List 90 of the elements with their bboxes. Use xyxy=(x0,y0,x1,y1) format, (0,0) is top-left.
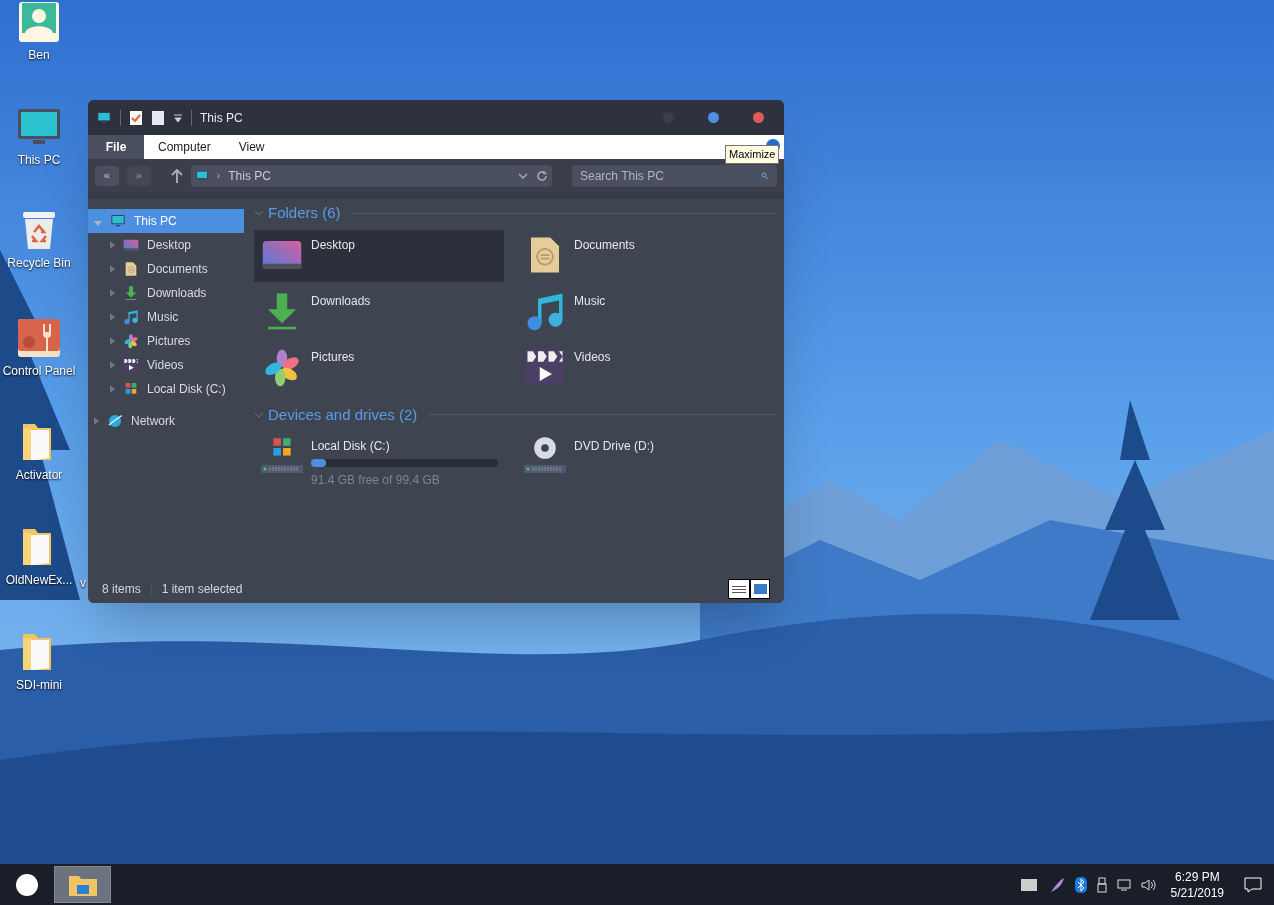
flower-icon xyxy=(123,333,139,349)
document-icon xyxy=(123,261,139,277)
desktop-icon-label[interactable]: SDI-mini xyxy=(0,678,78,693)
file-explorer-taskbar-button[interactable] xyxy=(54,866,111,903)
selection-count: 1 item selected xyxy=(161,581,243,598)
expand-arrow-icon[interactable] xyxy=(94,417,99,425)
expand-arrow-icon[interactable] xyxy=(110,337,115,345)
desktop-icon-label[interactable]: Activator xyxy=(0,468,78,483)
tree-label: Pictures xyxy=(147,333,191,350)
clapperboard-icon xyxy=(123,357,139,373)
tile-label: Pictures xyxy=(311,348,356,366)
desktop-icon xyxy=(123,237,139,253)
close-button[interactable] xyxy=(753,112,764,123)
tile-label: Documents xyxy=(574,236,636,254)
expand-arrow-icon[interactable] xyxy=(110,241,115,249)
drive-indicator-icon xyxy=(524,465,566,473)
tree-label: Videos xyxy=(147,357,184,374)
feather-tray-icon[interactable] xyxy=(1048,876,1065,893)
clock[interactable]: 6:29 PM 5/21/2019 xyxy=(1170,868,1224,901)
volume-tray-icon[interactable] xyxy=(1140,877,1157,892)
tree-item[interactable]: Documents xyxy=(88,257,244,281)
music-note-icon xyxy=(123,309,139,325)
dropdown-icon[interactable] xyxy=(173,112,183,123)
vm-tray-icon[interactable] xyxy=(1020,878,1037,891)
refresh-icon[interactable] xyxy=(536,169,548,182)
tile-label: Videos xyxy=(574,348,612,366)
tree-item[interactable]: Pictures xyxy=(88,329,244,353)
collapse-chevron-icon[interactable] xyxy=(254,410,264,419)
collapse-chevron-icon[interactable] xyxy=(254,209,264,218)
tree-label: Documents xyxy=(147,261,208,278)
tree-label: Network xyxy=(131,413,175,430)
monitor-icon xyxy=(110,213,126,229)
desktop-icon-label[interactable]: Control Panel xyxy=(0,364,78,379)
download-icon xyxy=(123,285,139,301)
tree-label: This PC xyxy=(134,213,177,230)
tree-item[interactable]: Music xyxy=(88,305,244,329)
disc-icon xyxy=(532,435,558,461)
page-icon[interactable] xyxy=(151,109,165,126)
breadcrumb-separator[interactable]: › xyxy=(216,167,221,184)
tile-label: Desktop xyxy=(311,236,357,254)
usb-tray-icon[interactable] xyxy=(1096,876,1107,893)
tiles-view-button[interactable] xyxy=(750,579,770,599)
tree-item[interactable]: Network xyxy=(88,409,244,433)
expand-arrow-icon[interactable] xyxy=(110,385,115,393)
tree-label: Local Disk (C:) xyxy=(147,381,226,398)
tile-label: Downloads xyxy=(311,292,372,310)
notification-icon[interactable] xyxy=(1244,876,1262,893)
folder-tile[interactable]: Desktop xyxy=(254,229,504,282)
tree-label: Desktop xyxy=(147,237,192,254)
toolbox-icon xyxy=(17,316,61,360)
back-button[interactable]: « xyxy=(95,165,119,186)
search-icon[interactable] xyxy=(761,171,769,180)
maximize-button[interactable] xyxy=(708,112,719,123)
tile-label: Music xyxy=(574,292,607,310)
ribbon-tab[interactable]: Computer xyxy=(144,135,225,159)
expand-arrow-icon[interactable] xyxy=(110,313,115,321)
tile-label: Local Disk (C:) xyxy=(311,438,391,455)
up-arrow-icon[interactable] xyxy=(170,168,183,183)
tile-label: DVD Drive (D:) xyxy=(574,438,655,455)
expand-arrow-icon[interactable] xyxy=(110,265,115,273)
drive-icon xyxy=(123,381,139,397)
expand-arrow-icon[interactable] xyxy=(110,361,115,369)
tree-item[interactable]: Downloads xyxy=(88,281,244,305)
tooltip: Maximize xyxy=(725,145,780,164)
address-bar[interactable]: › This PC xyxy=(190,164,552,187)
tree-item[interactable]: Videos xyxy=(88,353,244,377)
item-count: 8 items xyxy=(102,581,141,598)
window-title: This PC xyxy=(200,109,243,127)
tree-item[interactable]: Desktop xyxy=(88,233,244,257)
desktop-icon-label[interactable]: OldNewEx... xyxy=(0,573,78,588)
expand-arrow-icon[interactable] xyxy=(110,289,115,297)
bluetooth-tray-icon[interactable] xyxy=(1074,876,1087,893)
ribbon-tab[interactable]: View xyxy=(224,135,279,159)
network-tray-icon[interactable] xyxy=(1116,877,1133,892)
desktop-icon-label[interactable]: Ben xyxy=(0,48,78,63)
details-view-button[interactable] xyxy=(728,579,750,599)
checklist-icon[interactable] xyxy=(129,109,143,126)
tree-label: Downloads xyxy=(147,285,207,302)
search-field[interactable]: Search This PC xyxy=(572,164,777,187)
desktop-icon-label[interactable]: This PC xyxy=(0,153,78,168)
start-button[interactable] xyxy=(16,873,38,896)
monitor-icon xyxy=(194,168,209,183)
chevron-down-icon[interactable] xyxy=(518,171,528,180)
ribbon-tab[interactable]: File xyxy=(88,135,144,159)
monitor-icon xyxy=(96,109,112,126)
drive-indicator-icon xyxy=(261,465,303,473)
tree-label: Music xyxy=(147,309,179,326)
user-icon xyxy=(17,0,61,44)
tree-item[interactable]: Local Disk (C:) xyxy=(88,377,244,401)
globe-icon xyxy=(107,413,123,429)
